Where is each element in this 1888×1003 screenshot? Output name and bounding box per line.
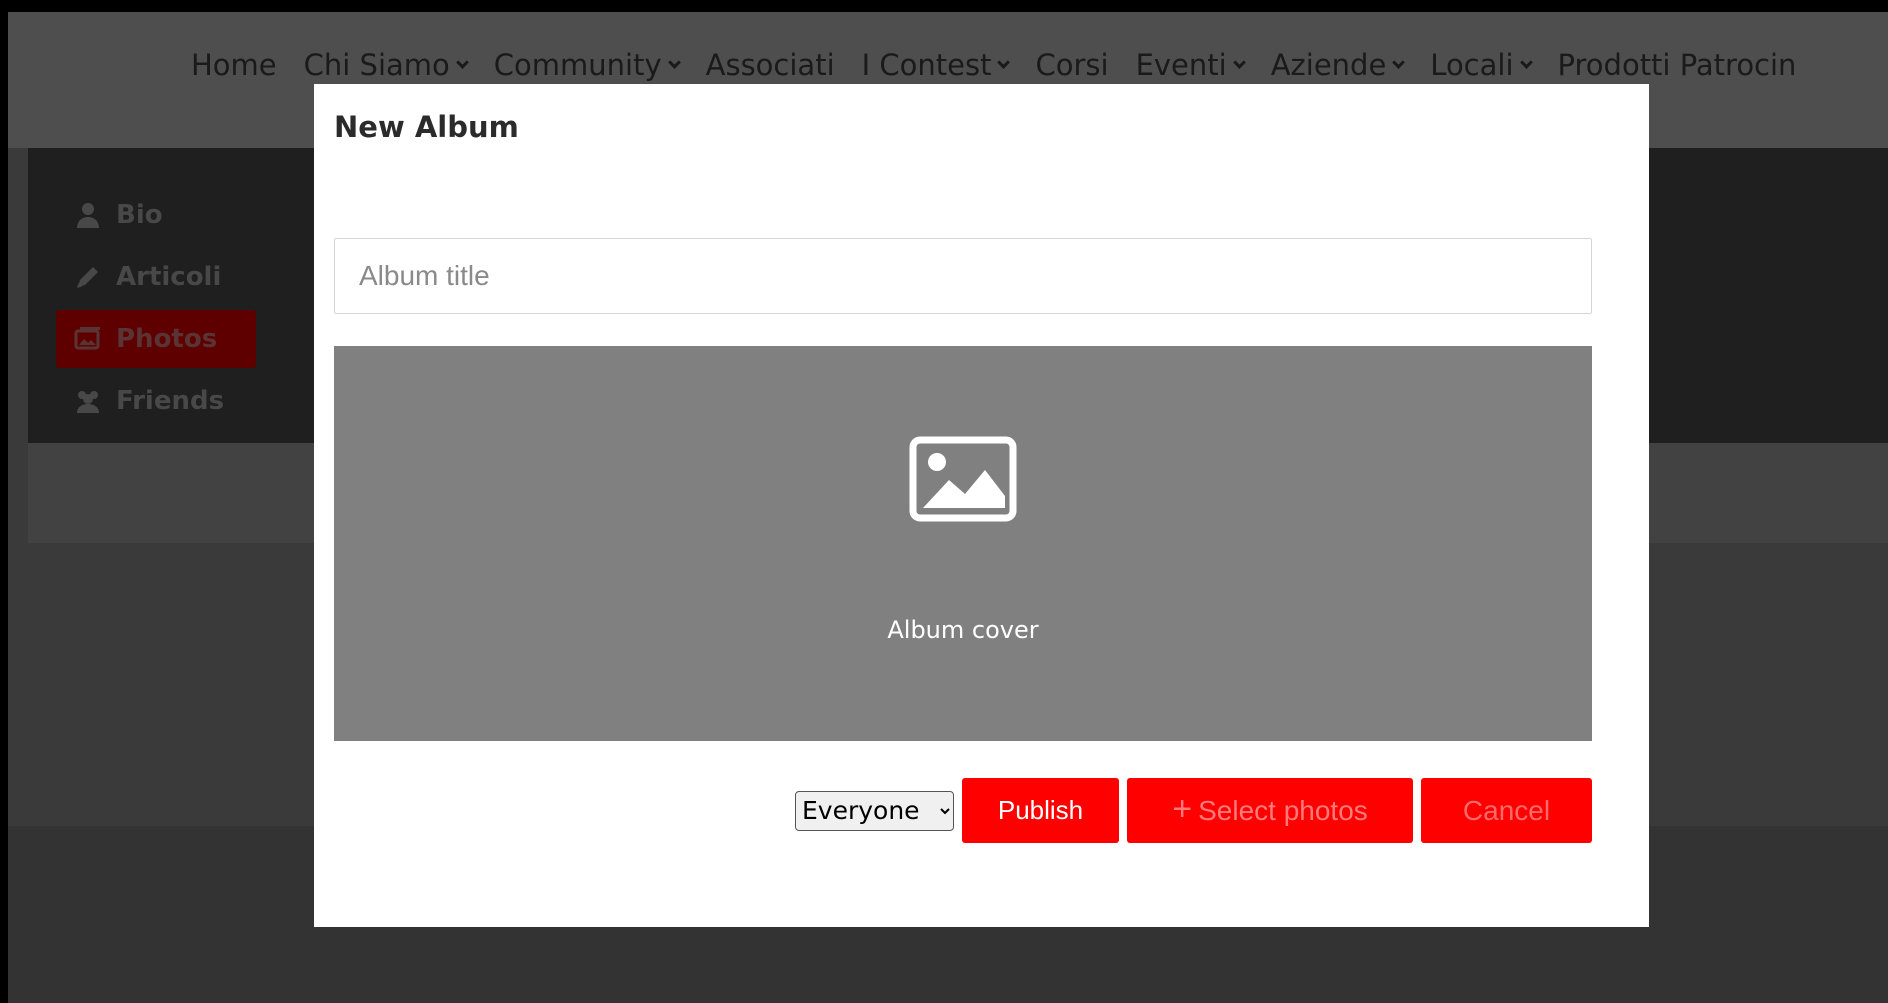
sidebar-item-photos[interactable]: Photos xyxy=(56,310,256,368)
sidebar-item-label: Bio xyxy=(116,200,163,230)
image-icon xyxy=(909,436,1017,522)
nav-item-associati[interactable]: Associati xyxy=(706,48,835,82)
nav-item-chi-siamo[interactable]: Chi Siamo xyxy=(303,48,469,82)
nav-item-locali[interactable]: Locali xyxy=(1430,48,1533,82)
nav-item-label: I Contest xyxy=(861,48,992,82)
sidebar-item-bio[interactable]: Bio xyxy=(56,186,256,244)
select-photos-button[interactable]: + Select photos xyxy=(1127,778,1413,843)
user-icon xyxy=(74,201,102,229)
nav-item-label: Eventi xyxy=(1135,48,1227,82)
chevron-down-icon xyxy=(1232,55,1246,69)
nav-item-eventi[interactable]: Eventi xyxy=(1135,48,1246,82)
main-nav: Home Chi Siamo Community Associati I Con… xyxy=(191,48,1823,82)
sidebar-item-label: Articoli xyxy=(116,262,222,292)
nav-item-label: Aziende xyxy=(1270,48,1387,82)
nav-item-prodotti-patrocinati[interactable]: Prodotti Patrocin xyxy=(1558,48,1797,82)
sidebar-item-friends[interactable]: Friends xyxy=(56,372,256,430)
nav-item-label: Community xyxy=(493,48,662,82)
sidebar-item-articoli[interactable]: Articoli xyxy=(56,248,256,306)
nav-item-aziende[interactable]: Aziende xyxy=(1270,48,1406,82)
chevron-down-icon xyxy=(997,55,1011,69)
cancel-button-label: Cancel xyxy=(1462,794,1551,826)
chevron-down-icon xyxy=(455,55,469,69)
nav-item-label: Chi Siamo xyxy=(303,48,450,82)
sidebar-item-label: Photos xyxy=(116,324,218,354)
chevron-down-icon xyxy=(1519,55,1533,69)
nav-item-corsi[interactable]: Corsi xyxy=(1035,48,1108,82)
app-screen: Home Chi Siamo Community Associati I Con… xyxy=(8,12,1888,1003)
album-cover-dropzone[interactable]: Album cover xyxy=(334,346,1592,741)
new-album-modal: New Album Album cover Everyone Publish + xyxy=(314,84,1649,927)
photos-icon xyxy=(74,325,102,353)
plus-icon: + xyxy=(1172,790,1193,828)
publish-button-label: Publish xyxy=(997,795,1084,825)
nav-item-label: Locali xyxy=(1430,48,1514,82)
nav-item-label: Prodotti Patrocin xyxy=(1557,48,1797,82)
modal-title: New Album xyxy=(334,110,519,144)
nav-item-label: Home xyxy=(191,48,277,82)
chevron-down-icon xyxy=(1392,55,1406,69)
publish-button[interactable]: Publish xyxy=(962,778,1119,843)
pencil-icon xyxy=(74,263,102,291)
select-photos-label: Select photos xyxy=(1198,794,1368,826)
nav-item-i-contest[interactable]: I Contest xyxy=(861,48,1011,82)
chevron-down-icon xyxy=(667,55,681,69)
nav-item-home[interactable]: Home xyxy=(191,48,277,82)
privacy-select[interactable]: Everyone xyxy=(795,790,954,831)
sidebar-item-label: Friends xyxy=(116,386,225,416)
album-cover-label: Album cover xyxy=(887,616,1039,644)
album-title-input[interactable] xyxy=(334,238,1592,314)
users-icon xyxy=(74,387,102,415)
nav-item-community[interactable]: Community xyxy=(493,48,681,82)
nav-item-label: Associati xyxy=(705,48,835,82)
modal-actions: Everyone Publish + Select photos Cancel xyxy=(795,778,1592,843)
cancel-button[interactable]: Cancel xyxy=(1421,778,1592,843)
nav-item-label: Corsi xyxy=(1035,48,1109,82)
